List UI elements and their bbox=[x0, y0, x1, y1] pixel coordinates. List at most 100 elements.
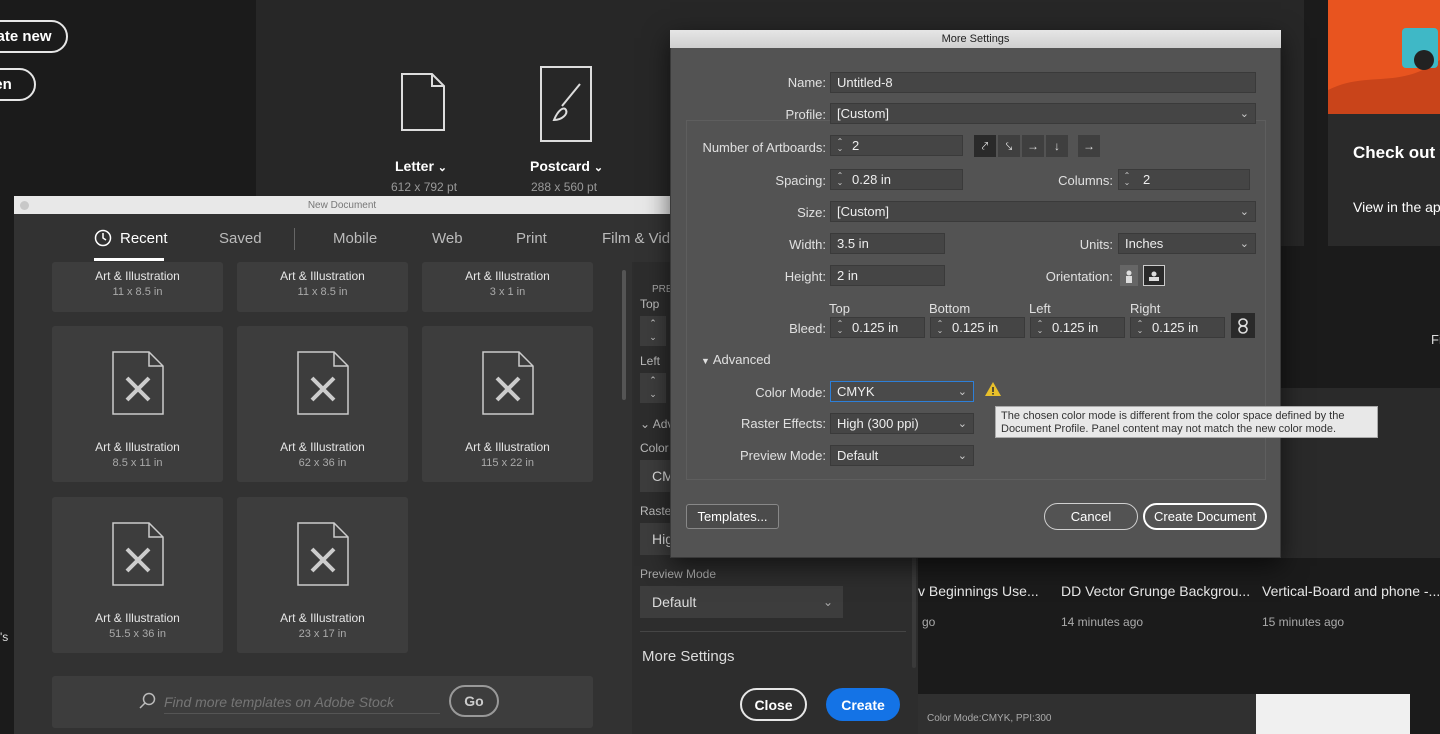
advanced-toggle[interactable]: ⌄ Adv bbox=[640, 417, 673, 431]
cancel-button[interactable]: Cancel bbox=[1044, 503, 1138, 530]
postcard-preset-name[interactable]: Postcard ⌄ bbox=[530, 158, 603, 174]
color-label: Color bbox=[640, 441, 669, 455]
template-card[interactable]: Art & Illustration 62 x 36 in bbox=[237, 326, 408, 482]
promo-title: Check out w bbox=[1353, 143, 1440, 162]
artboards-stepper[interactable]: ⌃ ⌄ bbox=[833, 138, 847, 153]
grid-by-column-icon[interactable]: ⤥ bbox=[998, 135, 1020, 157]
promo-image bbox=[1328, 0, 1440, 114]
template-card[interactable]: Art & Illustration 11 x 8.5 in bbox=[237, 262, 408, 312]
preview-mode-select[interactable]: Default ⌄ bbox=[830, 445, 974, 466]
landscape-icon[interactable] bbox=[1143, 265, 1165, 286]
preview-mode-value: Default bbox=[652, 594, 697, 610]
bleed-right-stepper[interactable]: ⌃ ⌄ bbox=[1133, 320, 1147, 335]
cards-scrollbar[interactable] bbox=[622, 270, 626, 400]
card-size: 3 x 1 in bbox=[489, 286, 526, 298]
go-button[interactable]: Go bbox=[449, 685, 499, 717]
template-card[interactable]: Art & Illustration 11 x 8.5 in bbox=[52, 262, 223, 312]
template-card[interactable]: Art & Illustration 115 x 22 in bbox=[422, 326, 593, 482]
card-size: 23 x 17 in bbox=[298, 628, 347, 640]
recent-file-name[interactable]: v Beginnings Use... bbox=[918, 583, 1039, 599]
create-document-button[interactable]: Create Document bbox=[1143, 503, 1267, 530]
open-button[interactable]: en bbox=[0, 68, 36, 101]
letter-doc-icon[interactable] bbox=[400, 72, 446, 132]
window-title: New Document bbox=[307, 199, 377, 211]
size-select[interactable]: [Custom] ⌄ bbox=[830, 201, 1256, 222]
template-card[interactable]: Art & Illustration 3 x 1 in bbox=[422, 262, 593, 312]
spacing-input[interactable]: 0.28 in bbox=[830, 169, 963, 190]
warning-icon[interactable] bbox=[984, 381, 1002, 397]
bleed-left-value: 0.125 in bbox=[1052, 320, 1099, 335]
template-card[interactable]: Art & Illustration 23 x 17 in bbox=[237, 497, 408, 653]
link-icon[interactable] bbox=[1231, 313, 1255, 338]
tab-recent[interactable]: Recent bbox=[120, 230, 168, 247]
tab-mobile[interactable]: Mobile bbox=[333, 230, 377, 247]
spacing-value: 0.28 in bbox=[852, 172, 892, 187]
tab-print[interactable]: Print bbox=[516, 230, 547, 247]
letter-preset-name[interactable]: Letter ⌄ bbox=[395, 158, 447, 174]
bleed-left-stepper[interactable]: ⌃ ⌄ bbox=[1033, 320, 1047, 335]
artboards-input[interactable]: 2 bbox=[830, 135, 963, 156]
color-mode-select[interactable]: CMYK ⌄ bbox=[830, 381, 974, 402]
arrange-by-column-icon[interactable]: ↓ bbox=[1046, 135, 1068, 157]
recent-file-time: 15 minutes ago bbox=[1262, 615, 1345, 629]
chevron-down-icon: ⌄ bbox=[822, 595, 833, 609]
profile-select[interactable]: [Custom] ⌄ bbox=[830, 103, 1256, 124]
tab-web[interactable]: Web bbox=[432, 230, 463, 247]
columns-input[interactable]: 2 bbox=[1118, 169, 1250, 190]
postcard-brush-icon[interactable] bbox=[540, 66, 592, 142]
card-name: Art & Illustration bbox=[280, 611, 365, 625]
tab-film-video[interactable]: Film & Vide bbox=[602, 230, 670, 247]
close-button[interactable]: Close bbox=[740, 688, 807, 721]
raster-effects-select[interactable]: High (300 ppi) ⌄ bbox=[830, 413, 974, 434]
bleed-top-stepper[interactable]: ⌃ ⌄ bbox=[833, 320, 847, 335]
units-select[interactable]: Inches ⌄ bbox=[1118, 233, 1256, 254]
preview-mode-value: Default bbox=[837, 448, 879, 463]
top-stepper[interactable]: ⌃ ⌄ bbox=[640, 316, 666, 346]
name-input[interactable]: Untitled-8 bbox=[830, 72, 1256, 93]
tab-saved[interactable]: Saved bbox=[219, 230, 262, 247]
raster-effects-label: Raster Effects: bbox=[740, 416, 826, 431]
orientation-label: Orientation: bbox=[1045, 269, 1113, 284]
advanced-label: Advanced bbox=[712, 352, 771, 367]
spacing-stepper[interactable]: ⌃ ⌄ bbox=[833, 172, 847, 187]
height-input[interactable]: 2 in bbox=[830, 265, 945, 286]
chevron-down-icon: ⌄ bbox=[437, 162, 448, 174]
bleed-label: Bleed: bbox=[789, 321, 826, 336]
more-settings-link[interactable]: More Settings bbox=[642, 648, 735, 665]
create-button[interactable]: Create bbox=[826, 688, 900, 721]
template-card[interactable]: Art & Illustration 8.5 x 11 in bbox=[52, 326, 223, 482]
arrange-by-row-icon[interactable]: → bbox=[1022, 135, 1044, 157]
postcard-preset-size: 288 x 560 pt bbox=[531, 180, 598, 194]
artboards-label: Number of Artboards: bbox=[702, 140, 826, 155]
units-label: Units: bbox=[1079, 237, 1113, 252]
template-card[interactable]: Art & Illustration 51.5 x 36 in bbox=[52, 497, 223, 653]
recent-file-name[interactable]: Vertical-Board and phone -... bbox=[1262, 583, 1440, 599]
close-window-dot[interactable] bbox=[20, 201, 29, 210]
right-to-left-icon[interactable]: → bbox=[1078, 135, 1100, 157]
tab-divider bbox=[294, 228, 295, 250]
bleed-bottom-stepper[interactable]: ⌃ ⌄ bbox=[933, 320, 947, 335]
color-mode-select[interactable]: CM bbox=[640, 460, 674, 492]
promo-subtitle: View in the ap bbox=[1353, 199, 1440, 215]
columns-stepper[interactable]: ⌃ ⌄ bbox=[1120, 172, 1134, 187]
top-label: Top bbox=[640, 297, 660, 311]
clock-icon bbox=[94, 229, 112, 247]
recent-file-name[interactable]: DD Vector Grunge Backgrou... bbox=[1061, 583, 1250, 599]
raster-select[interactable]: Hig bbox=[640, 523, 673, 555]
stock-search-input[interactable] bbox=[164, 690, 440, 714]
grid-by-row-icon[interactable]: ⤤ bbox=[974, 135, 996, 157]
units-value: Inches bbox=[1125, 236, 1164, 251]
create-new-button[interactable]: ate new bbox=[0, 20, 68, 53]
advanced-toggle[interactable]: ▼ Advanced bbox=[701, 352, 771, 367]
preview-mode-select[interactable]: Default ⌄ bbox=[640, 586, 843, 618]
bleed-top-label: Top bbox=[829, 301, 850, 316]
spacing-label: Spacing: bbox=[775, 173, 826, 188]
left-stepper[interactable]: ⌃ ⌄ bbox=[640, 373, 666, 403]
letter-preset-size: 612 x 792 pt bbox=[391, 180, 458, 194]
size-value: [Custom] bbox=[837, 204, 890, 219]
width-input[interactable]: 3.5 in bbox=[830, 233, 945, 254]
new-document-titlebar[interactable]: New Document bbox=[14, 196, 670, 214]
portrait-icon[interactable] bbox=[1120, 265, 1138, 286]
templates-button[interactable]: Templates... bbox=[686, 504, 779, 529]
more-settings-titlebar[interactable]: More Settings bbox=[670, 30, 1281, 48]
